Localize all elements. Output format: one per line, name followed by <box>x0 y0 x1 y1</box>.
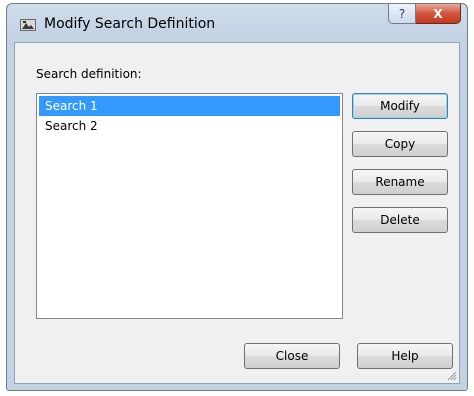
delete-button[interactable]: Delete <box>352 207 448 233</box>
close-icon: X <box>433 6 443 21</box>
help-icon: ? <box>398 6 406 21</box>
close-button[interactable]: Close <box>244 343 340 369</box>
title-bar[interactable]: Modify Search Definition ? X <box>7 4 467 42</box>
search-definition-label: Search definition: <box>36 67 142 81</box>
help-button[interactable]: Help <box>357 343 453 369</box>
help-caption-button[interactable]: ? <box>388 4 416 24</box>
close-caption-button[interactable]: X <box>416 4 461 24</box>
search-definition-list[interactable]: Search 1 Search 2 <box>36 93 343 319</box>
dialog-window: Modify Search Definition ? X Search defi… <box>6 3 468 391</box>
list-item[interactable]: Search 1 <box>39 96 340 116</box>
list-item[interactable]: Search 2 <box>39 116 340 136</box>
rename-button[interactable]: Rename <box>352 169 448 195</box>
modify-button[interactable]: Modify <box>352 93 448 119</box>
resize-grip-icon[interactable] <box>445 369 457 381</box>
window-title: Modify Search Definition <box>44 16 216 32</box>
copy-button[interactable]: Copy <box>352 131 448 157</box>
app-icon <box>20 17 36 33</box>
dialog-body: Search definition: Search 1 Search 2 Mod… <box>14 42 460 384</box>
